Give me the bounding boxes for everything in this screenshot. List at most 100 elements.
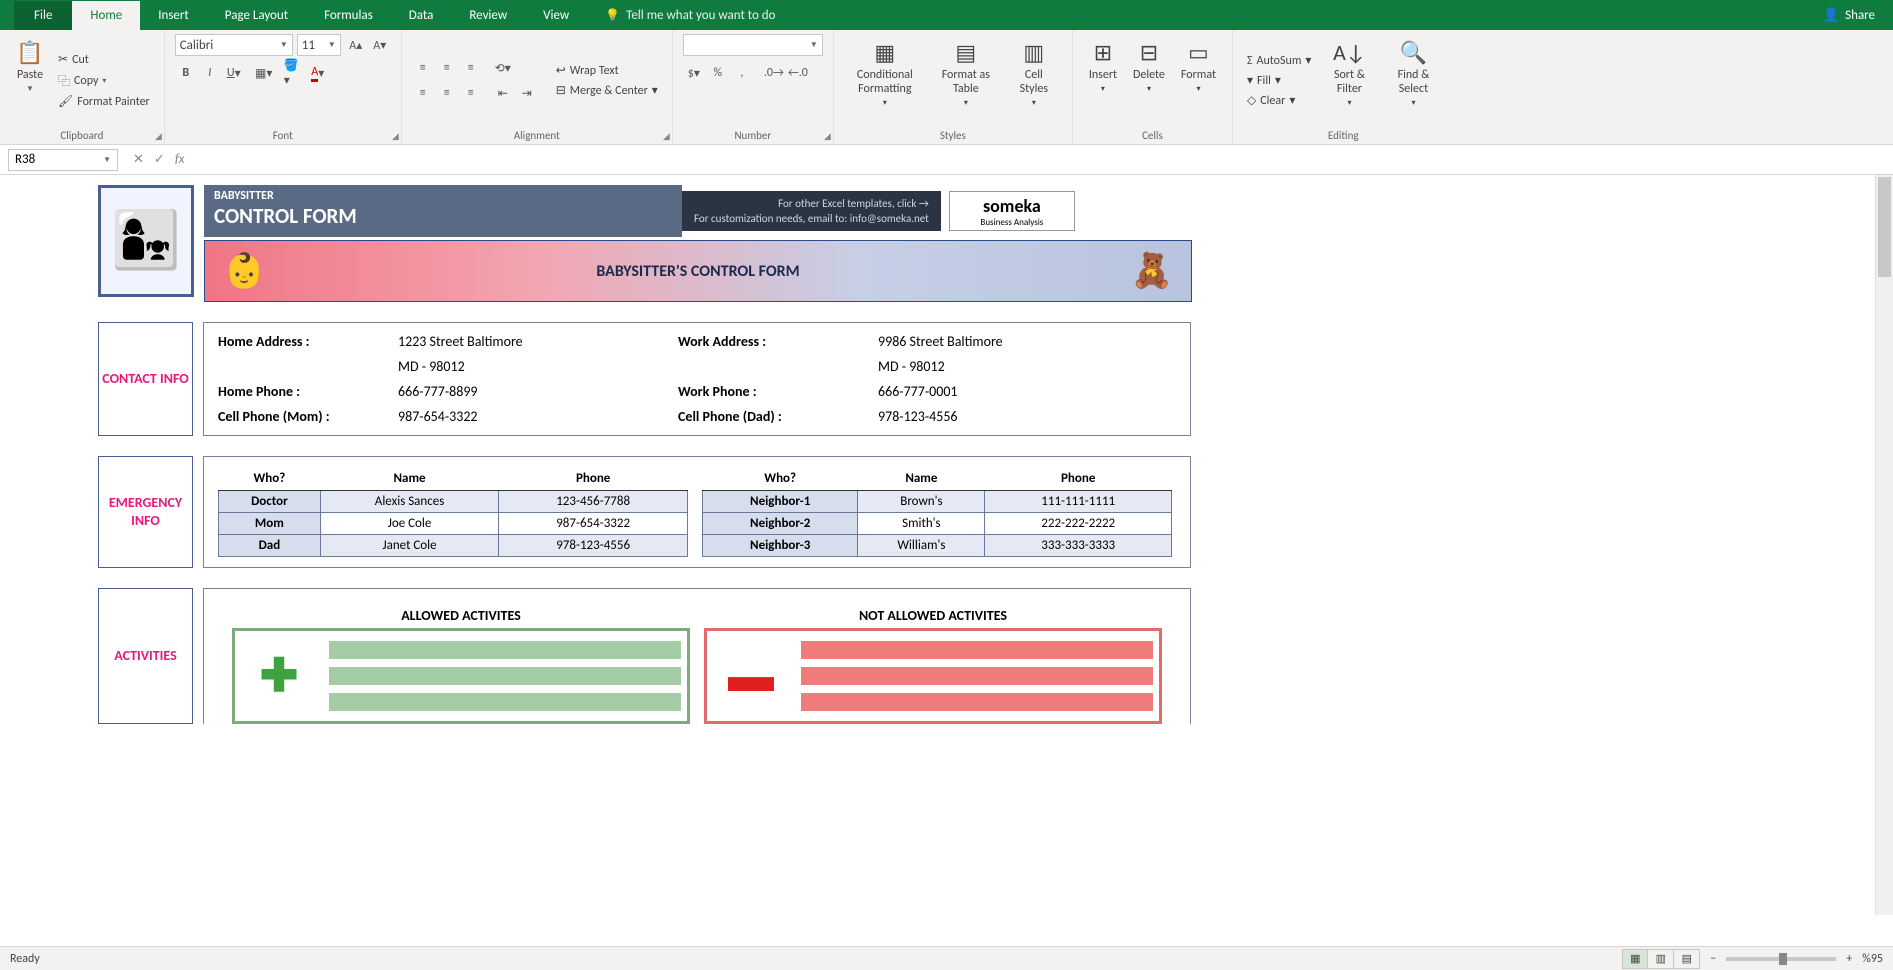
tab-view[interactable]: View xyxy=(525,1,587,30)
chevron-down-icon: ▼ xyxy=(103,155,111,165)
insert-button[interactable]: ⊞Insert▾ xyxy=(1083,34,1123,127)
zoom-out-button[interactable]: − xyxy=(1710,952,1716,966)
wrap-icon: ↩ xyxy=(556,63,566,78)
percent-button[interactable]: % xyxy=(707,62,729,84)
align-right-button[interactable]: ≡ xyxy=(460,82,482,104)
group-editing: ΣAutoSum ▾ ▾Fill ▾ ◇Clear ▾ A↓Sort & Fil… xyxy=(1233,30,1453,144)
contact-info-box: Home Address :1223 Street Baltimore Work… xyxy=(203,322,1191,436)
increase-font-button[interactable]: A▴ xyxy=(345,34,367,56)
increase-decimal-button[interactable]: .0→ xyxy=(763,62,785,84)
font-color-button[interactable]: A▾ xyxy=(307,62,329,84)
section-label-activities: ACTIVITIES xyxy=(98,588,193,724)
wrap-text-button[interactable]: ↩Wrap Text xyxy=(552,62,662,79)
font-size-combo[interactable]: 11▼ xyxy=(297,34,341,56)
enter-icon[interactable]: ✓ xyxy=(154,152,165,167)
tab-page-layout[interactable]: Page Layout xyxy=(207,1,306,30)
comma-button[interactable]: , xyxy=(731,62,753,84)
not-allowed-activities: ▬ xyxy=(704,628,1162,724)
cond-format-icon: ▦ xyxy=(871,38,899,66)
share-icon: 👤 xyxy=(1823,8,1839,23)
worksheet[interactable]: 👩‍👧 BABYSITTER CONTROL FORM For other Ex… xyxy=(0,175,1893,915)
eraser-icon: ◇ xyxy=(1247,93,1256,108)
copy-button[interactable]: ⿻Copy ▾ xyxy=(54,71,154,90)
decrease-font-button[interactable]: A▾ xyxy=(369,34,391,56)
tab-data[interactable]: Data xyxy=(391,1,452,30)
fill-color-button[interactable]: 🪣▾ xyxy=(283,62,305,84)
format-painter-button[interactable]: 🖌Format Painter xyxy=(54,93,154,110)
decrease-decimal-button[interactable]: ←.0 xyxy=(787,62,809,84)
autosum-button[interactable]: ΣAutoSum ▾ xyxy=(1243,52,1315,69)
cancel-icon[interactable]: ✕ xyxy=(133,152,144,167)
table-row: MomJoe Cole987-654-3322 xyxy=(219,513,688,535)
activities-box: ALLOWED ACTIVITES ✚ NOT ALLOWED ACTIVITE… xyxy=(203,588,1191,724)
align-top-button[interactable]: ≡ xyxy=(412,57,434,79)
fx-icon[interactable]: fx xyxy=(175,152,185,167)
template-note: For other Excel templates, click → For c… xyxy=(682,191,941,231)
italic-button[interactable]: I xyxy=(199,62,221,84)
currency-button[interactable]: $▾ xyxy=(683,62,705,84)
fill-button[interactable]: ▾Fill ▾ xyxy=(1243,72,1315,89)
paste-button[interactable]: 📋 Paste ▼ xyxy=(10,34,50,127)
home-phone: 666-777-8899 xyxy=(398,383,678,400)
zoom-slider[interactable] xyxy=(1726,957,1836,961)
tab-file[interactable]: File xyxy=(14,1,72,30)
orientation-button[interactable]: ⟲▾ xyxy=(492,57,514,79)
increase-indent-button[interactable]: ⇥ xyxy=(516,82,538,104)
scissors-icon: ✂ xyxy=(58,52,68,67)
format-button[interactable]: ▭Format▾ xyxy=(1175,34,1222,127)
group-styles: ▦Conditional Formatting▾ ▤Format as Tabl… xyxy=(834,30,1073,144)
group-number: ▼ $▾ % , .0→ ←.0 Number ◢ xyxy=(673,30,834,144)
tell-me[interactable]: 💡Tell me what you want to do xyxy=(587,1,793,30)
bold-button[interactable]: B xyxy=(175,62,197,84)
decrease-indent-button[interactable]: ⇤ xyxy=(492,82,514,104)
cut-button[interactable]: ✂Cut xyxy=(54,51,154,68)
name-box[interactable]: R38▼ xyxy=(8,149,118,171)
work-address: 9986 Street Baltimore xyxy=(878,333,1176,350)
font-name-combo[interactable]: Calibri▼ xyxy=(175,34,293,56)
find-select-button[interactable]: 🔍Find & Select▾ xyxy=(1383,34,1443,127)
brush-icon: 🖌 xyxy=(58,94,73,109)
align-bottom-button[interactable]: ≡ xyxy=(460,57,482,79)
sort-filter-button[interactable]: A↓Sort & Filter▾ xyxy=(1319,34,1379,127)
allowed-activities: ✚ xyxy=(232,628,690,724)
ribbon-tabs: File Home Insert Page Layout Formulas Da… xyxy=(0,0,1893,30)
tab-insert[interactable]: Insert xyxy=(140,1,207,30)
conditional-formatting-button[interactable]: ▦Conditional Formatting▾ xyxy=(844,34,926,127)
underline-button[interactable]: U▾ xyxy=(223,62,245,84)
dialog-launcher-icon[interactable]: ◢ xyxy=(663,131,670,142)
borders-button[interactable]: ▦▾ xyxy=(253,62,275,84)
number-format-combo[interactable]: ▼ xyxy=(683,34,823,56)
tab-home[interactable]: Home xyxy=(72,1,140,30)
page-break-view-button[interactable]: ▤ xyxy=(1674,949,1700,969)
bulb-icon: 💡 xyxy=(605,8,620,23)
chevron-down-icon: ▼ xyxy=(810,40,818,50)
merge-center-button[interactable]: ⊟Merge & Center ▾ xyxy=(552,82,662,99)
cell-styles-button[interactable]: ▥Cell Styles▾ xyxy=(1006,34,1062,127)
dialog-launcher-icon[interactable]: ◢ xyxy=(155,131,162,142)
normal-view-button[interactable]: ▦ xyxy=(1622,949,1648,969)
zoom-level[interactable]: %95 xyxy=(1862,952,1883,966)
format-as-table-button[interactable]: ▤Format as Table▾ xyxy=(930,34,1002,127)
share-button[interactable]: 👤Share xyxy=(1805,1,1893,30)
page-layout-view-button[interactable]: ▥ xyxy=(1648,949,1674,969)
tab-review[interactable]: Review xyxy=(451,1,525,30)
plus-icon: ✚ xyxy=(241,637,317,715)
vertical-scrollbar[interactable] xyxy=(1875,175,1893,915)
cell-styles-icon: ▥ xyxy=(1020,38,1048,66)
zoom-in-button[interactable]: + xyxy=(1846,952,1852,966)
emergency-table-left: Who?NamePhone DoctorAlexis Sances123-456… xyxy=(218,467,688,557)
emergency-table-right: Who?NamePhone Neighbor-1Brown's111-111-1… xyxy=(702,467,1172,557)
work-phone: 666-777-0001 xyxy=(878,383,1176,400)
clear-button[interactable]: ◇Clear ▾ xyxy=(1243,92,1315,109)
align-center-button[interactable]: ≡ xyxy=(436,82,458,104)
align-middle-button[interactable]: ≡ xyxy=(436,57,458,79)
cell-dad: 978-123-4556 xyxy=(878,408,1176,425)
dialog-launcher-icon[interactable]: ◢ xyxy=(824,131,831,142)
chevron-down-icon: ▼ xyxy=(280,40,288,50)
delete-button[interactable]: ⊟Delete▾ xyxy=(1127,34,1171,127)
formula-input[interactable] xyxy=(196,149,1893,171)
align-left-button[interactable]: ≡ xyxy=(412,82,434,104)
dialog-launcher-icon[interactable]: ◢ xyxy=(392,131,399,142)
tab-formulas[interactable]: Formulas xyxy=(306,1,391,30)
form-banner: 👶 BABYSITTER'S CONTROL FORM 🧸 xyxy=(204,240,1192,302)
